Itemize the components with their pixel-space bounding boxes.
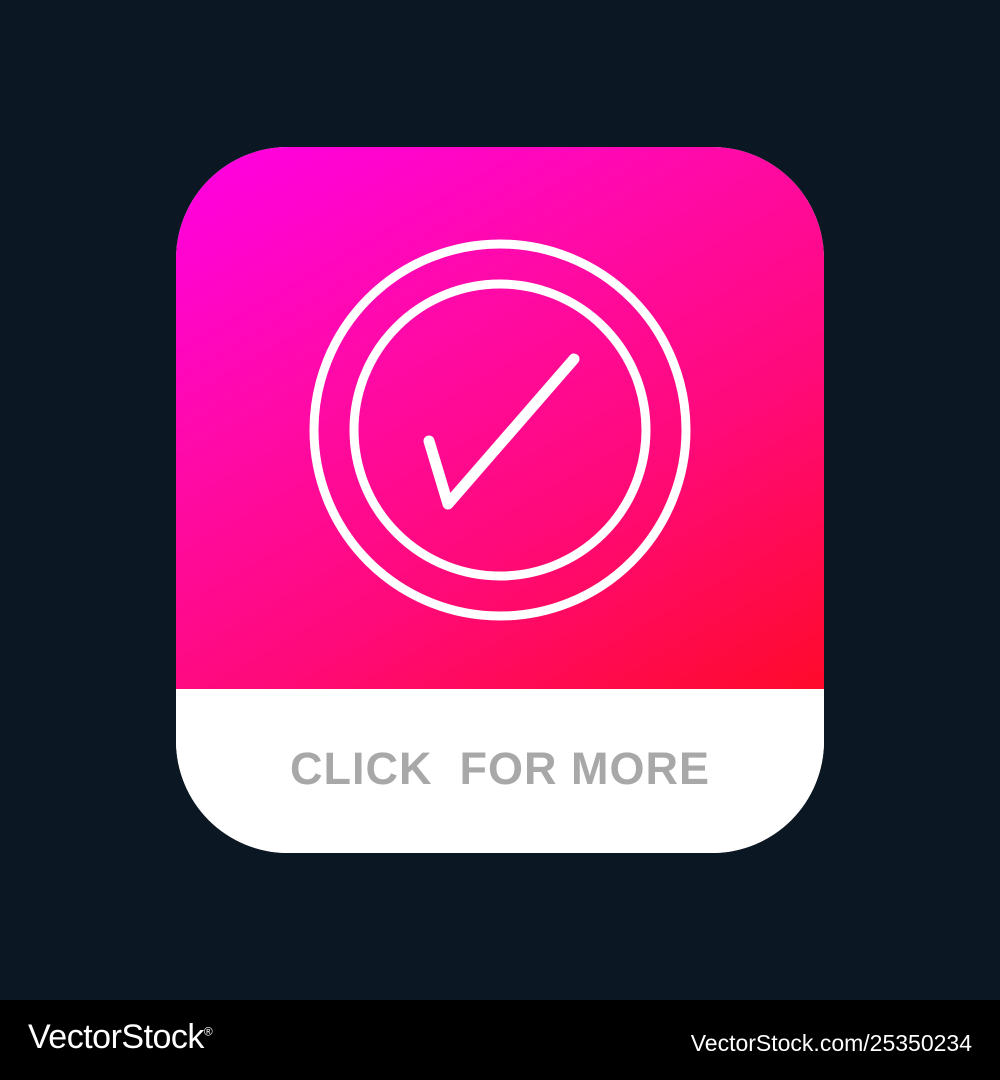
icon-gradient-panel <box>176 147 824 689</box>
cta-panel[interactable]: CLICK FOR MORE <box>176 689 824 853</box>
app-icon-button[interactable]: CLICK FOR MORE <box>176 147 824 853</box>
registered-mark: ® <box>203 1024 213 1039</box>
vectorstock-logo: VectorStock® <box>28 1018 213 1057</box>
cta-label: CLICK FOR MORE <box>290 743 710 794</box>
watermark-footer: VectorStock® VectorStock.com/25350234 <box>0 1000 1000 1080</box>
brand-name: VectorStock <box>28 1018 204 1056</box>
stock-id: VectorStock.com/25350234 <box>690 1030 972 1056</box>
checkmark-circle-icon <box>309 239 691 621</box>
